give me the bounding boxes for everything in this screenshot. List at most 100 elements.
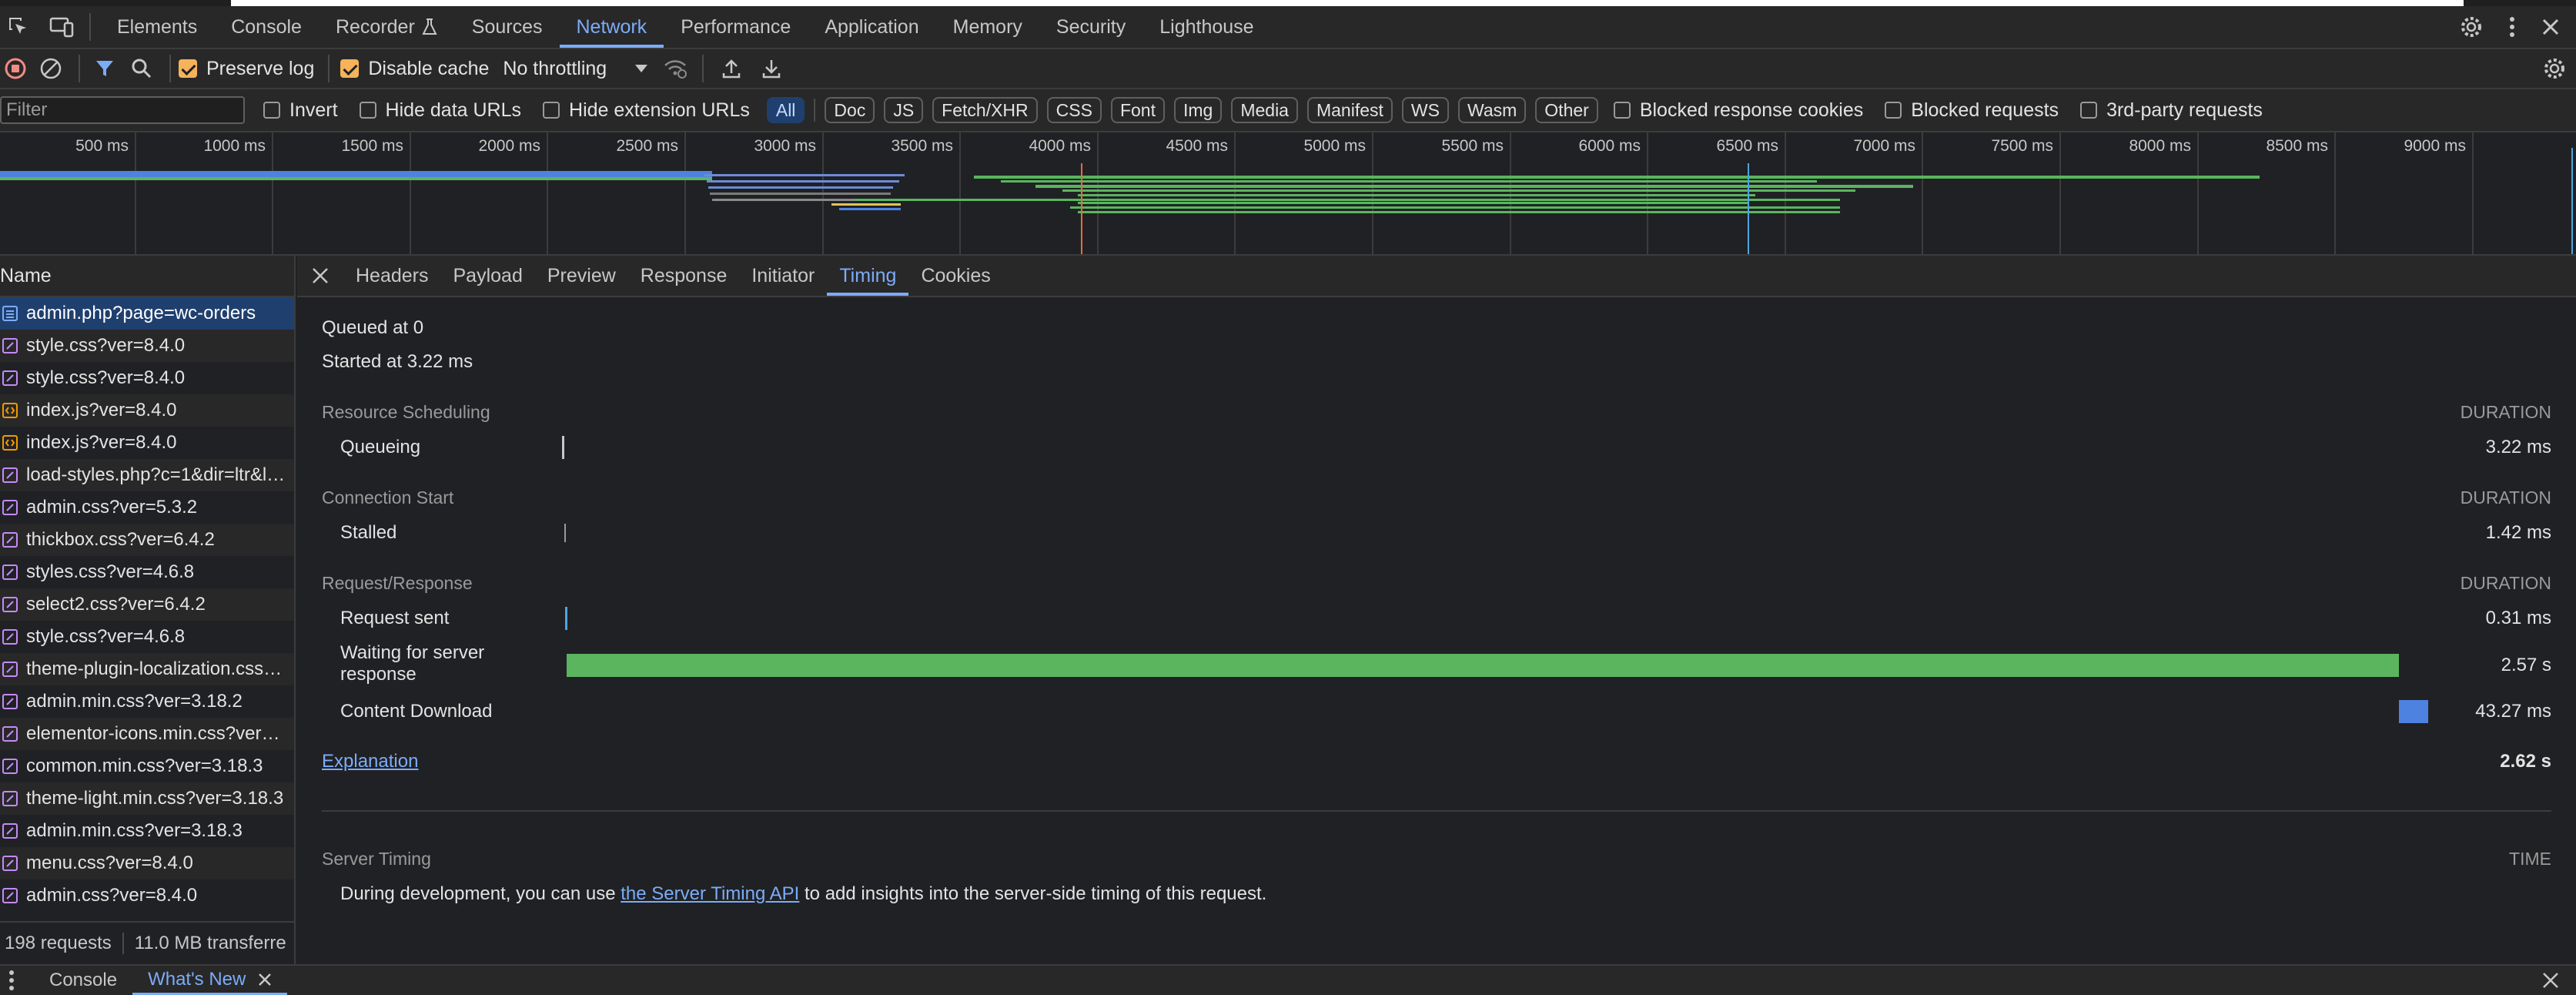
type-filter-wasm[interactable]: Wasm — [1457, 97, 1527, 123]
import-har-icon[interactable] — [711, 49, 751, 88]
content-download-value: 43.27 ms — [2475, 701, 2551, 722]
type-filter-font[interactable]: Font — [1110, 97, 1165, 123]
settings-gear-icon[interactable] — [2450, 6, 2493, 48]
network-conditions-icon[interactable] — [656, 49, 694, 88]
request-row[interactable]: index.js?ver=8.4.0 — [0, 394, 294, 427]
tab-sources[interactable]: Sources — [455, 6, 560, 48]
tab-application[interactable]: Application — [808, 6, 935, 48]
request-name: style.css?ver=8.4.0 — [26, 335, 186, 356]
type-filter-media[interactable]: Media — [1231, 97, 1298, 123]
hide-data-urls-checkbox[interactable]: Hide data URLs — [359, 99, 521, 122]
blocked-response-cookies-checkbox[interactable]: Blocked response cookies — [1613, 99, 1863, 122]
tab-network[interactable]: Network — [559, 6, 664, 48]
close-drawer-icon[interactable] — [2531, 966, 2570, 995]
close-detail-icon[interactable] — [297, 256, 343, 296]
tab-elements[interactable]: Elements — [100, 6, 214, 48]
tab-recorder[interactable]: Recorder — [319, 6, 455, 48]
detail-tab-response[interactable]: Response — [628, 256, 740, 296]
preserve-log-checkbox[interactable]: Preserve log — [179, 58, 314, 80]
request-row[interactable]: thickbox.css?ver=6.4.2 — [0, 524, 294, 556]
request-row[interactable]: admin.min.css?ver=3.18.2 — [0, 685, 294, 718]
request-row[interactable]: admin.php?page=wc-orders — [0, 297, 294, 330]
hide-extension-urls-checkbox[interactable]: Hide extension URLs — [543, 99, 750, 122]
detail-tab-headers[interactable]: Headers — [343, 256, 441, 296]
device-toolbar-icon[interactable] — [43, 6, 80, 48]
requests-column-name-header[interactable]: Name — [0, 256, 296, 297]
tab-memory[interactable]: Memory — [936, 6, 1039, 48]
server-timing-api-link[interactable]: the Server Timing API — [621, 883, 799, 904]
disable-cache-checkbox[interactable]: Disable cache — [340, 58, 489, 80]
tab-security[interactable]: Security — [1039, 6, 1142, 48]
invert-checkbox[interactable]: Invert — [263, 99, 338, 122]
request-row[interactable]: styles.css?ver=4.6.8 — [0, 556, 294, 588]
overview-bar — [1078, 211, 1840, 213]
preserve-log-checkmark — [179, 59, 197, 78]
request-row[interactable]: style.css?ver=4.6.8 — [0, 621, 294, 653]
request-name: style.css?ver=8.4.0 — [26, 367, 186, 388]
third-party-requests-checkbox[interactable]: 3rd-party requests — [2080, 99, 2263, 122]
total-duration: 2.62 s — [2500, 751, 2551, 772]
request-row[interactable]: common.min.css?ver=3.18.3 — [0, 750, 294, 782]
request-row[interactable]: load-styles.php?c=1&dir=ltr&l… — [0, 459, 294, 491]
drawer-tab-whats-new[interactable]: What's New — [132, 966, 288, 995]
request-row[interactable]: admin.min.css?ver=3.18.3 — [0, 815, 294, 847]
request-row[interactable]: index.js?ver=8.4.0 — [0, 427, 294, 459]
tab-lighthouse[interactable]: Lighthouse — [1142, 6, 1270, 48]
type-filter-all[interactable]: All — [766, 97, 805, 123]
overview-bar — [1001, 180, 1817, 183]
drawer-tab-console[interactable]: Console — [34, 966, 132, 995]
request-row[interactable]: style.css?ver=8.4.0 — [0, 330, 294, 362]
detail-tab-initiator[interactable]: Initiator — [739, 256, 827, 296]
type-filter-doc[interactable]: Doc — [825, 97, 875, 123]
search-icon[interactable] — [122, 49, 162, 88]
filter-input[interactable] — [0, 96, 245, 124]
type-filter-manifest[interactable]: Manifest — [1306, 97, 1393, 123]
inspect-element-icon[interactable] — [2, 6, 35, 48]
throttling-select[interactable]: No throttling — [503, 58, 648, 80]
detail-tab-timing[interactable]: Timing — [827, 256, 909, 296]
filter-funnel-icon[interactable] — [88, 49, 122, 88]
clear-log-icon[interactable] — [31, 49, 71, 88]
request-row[interactable]: theme-light.min.css?ver=3.18.3 — [0, 782, 294, 815]
request-row[interactable]: style.css?ver=8.4.0 — [0, 362, 294, 394]
explanation-link[interactable]: Explanation — [322, 751, 418, 772]
network-overview-timeline[interactable]: 500 ms 1000 ms 1500 ms 2000 ms 2500 ms 3000 m… — [0, 132, 2576, 256]
request-row[interactable]: elementor-icons.min.css?ver… — [0, 718, 294, 750]
flask-icon — [421, 18, 438, 36]
detail-tab-payload[interactable]: Payload — [441, 256, 535, 296]
queued-at-text: Queued at 0 — [322, 317, 424, 338]
tab-performance[interactable]: Performance — [664, 6, 808, 48]
type-filter-css[interactable]: CSS — [1046, 97, 1102, 123]
request-name: styles.css?ver=4.6.8 — [26, 561, 195, 582]
request-row[interactable]: select2.css?ver=6.4.2 — [0, 588, 294, 621]
type-filter-other[interactable]: Other — [1535, 97, 1598, 123]
detail-tab-preview[interactable]: Preview — [535, 256, 628, 296]
stylesheet-icon — [2, 370, 18, 387]
type-filter-js[interactable]: JS — [884, 97, 924, 123]
drawer-menu-icon[interactable] — [0, 966, 23, 995]
type-filter-fetch-xhr[interactable]: Fetch/XHR — [932, 97, 1038, 123]
request-row[interactable]: admin.css?ver=5.3.2 — [0, 491, 294, 524]
overview-load-marker — [1748, 163, 1749, 254]
type-filter-ws[interactable]: WS — [1401, 97, 1449, 123]
tab-console[interactable]: Console — [214, 6, 319, 48]
export-har-icon[interactable] — [751, 49, 791, 88]
disable-cache-label: Disable cache — [368, 57, 490, 79]
duration-header: DURATION — [2460, 573, 2551, 593]
blocked-requests-checkbox[interactable]: Blocked requests — [1885, 99, 2059, 122]
detail-tab-cookies[interactable]: Cookies — [908, 256, 1002, 296]
more-options-icon[interactable] — [2493, 6, 2531, 48]
close-devtools-icon[interactable] — [2531, 6, 2570, 48]
inspected-page-strip — [0, 0, 2576, 6]
disable-cache-checkmark — [340, 59, 360, 78]
record-stop-icon[interactable] — [0, 49, 31, 88]
stylesheet-icon — [2, 596, 18, 613]
network-settings-gear-icon[interactable] — [2533, 49, 2576, 88]
close-tab-icon[interactable] — [258, 973, 272, 987]
request-row[interactable]: admin.css?ver=8.4.0 — [0, 879, 294, 912]
request-row[interactable]: menu.css?ver=8.4.0 — [0, 847, 294, 879]
queueing-value: 3.22 ms — [2485, 437, 2551, 457]
request-row[interactable]: theme-plugin-localization.css… — [0, 653, 294, 685]
type-filter-img[interactable]: Img — [1173, 97, 1223, 123]
duration-header: DURATION — [2460, 402, 2551, 422]
